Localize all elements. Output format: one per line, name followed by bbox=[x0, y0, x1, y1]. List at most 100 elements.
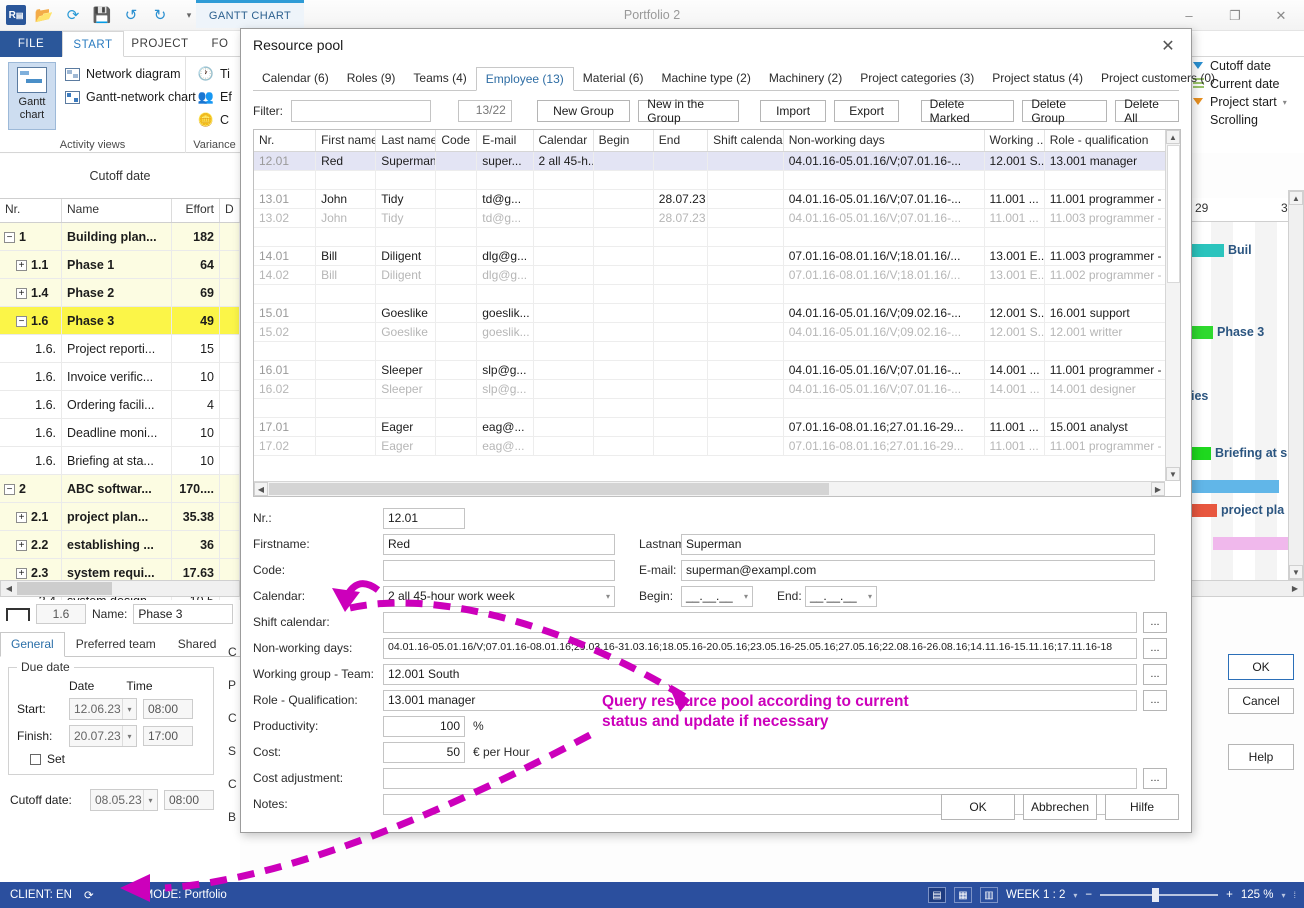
finish-date-picker[interactable]: 20.07.23 ▾ bbox=[69, 725, 137, 747]
employee-col-code[interactable]: Code bbox=[436, 130, 478, 151]
window-controls[interactable]: – ❐ ✕ bbox=[1166, 0, 1304, 31]
table-vscroll-thumb[interactable] bbox=[1167, 145, 1180, 283]
save-icon[interactable]: 💾 bbox=[91, 4, 113, 26]
dialog-tab-project-customers[interactable]: Project customers (0) bbox=[1092, 67, 1224, 90]
cost-adjustment-browse-button[interactable]: ... bbox=[1143, 767, 1167, 789]
ribbon-tab-start[interactable]: START bbox=[62, 31, 124, 57]
close-button[interactable]: ✕ bbox=[1258, 0, 1304, 31]
table-row[interactable] bbox=[254, 285, 1180, 304]
email-field[interactable]: superman@exampl.com bbox=[681, 559, 1155, 581]
detail-name-field[interactable]: Phase 3 bbox=[133, 604, 234, 624]
table-row[interactable]: 1.6. Briefing at sta... 10 bbox=[0, 446, 240, 475]
nonworking-field[interactable]: 04.01.16-05.01.16/V;07.01.16-08.01.16;29… bbox=[383, 637, 1137, 659]
gantt-bar[interactable] bbox=[1189, 244, 1224, 257]
grid-col-d[interactable]: D bbox=[220, 199, 240, 222]
employee-col-first-name[interactable]: First name bbox=[316, 130, 377, 151]
table-row[interactable] bbox=[254, 228, 1180, 247]
gantt-vertical-scrollbar[interactable]: ▲ ▼ bbox=[1288, 190, 1304, 580]
table-row[interactable]: +1.4 Phase 2 69 bbox=[0, 278, 240, 307]
table-row[interactable]: 1.6. Invoice verific... 10 bbox=[0, 362, 240, 391]
filter-input[interactable] bbox=[291, 100, 431, 122]
quick-access-toolbar[interactable]: R ▤ 📂 ⟳ 💾 ↺ ↻ ▾ bbox=[6, 4, 200, 26]
set-checkbox[interactable] bbox=[30, 753, 41, 765]
gantt-chart-area[interactable]: 29 3 Buil Phase 3 ies Briefing at s project … bbox=[1188, 198, 1292, 580]
network-diagram-button[interactable]: Network diagram bbox=[64, 66, 180, 82]
dialog-tab-material[interactable]: Material (6) bbox=[574, 67, 653, 90]
table-vertical-scrollbar[interactable]: ▲ ▼ bbox=[1165, 130, 1180, 481]
dialog-tab-calendar[interactable]: Calendar (6) bbox=[253, 67, 338, 90]
status-sync-icon[interactable]: ⟳ bbox=[84, 888, 94, 902]
gantt-bar[interactable] bbox=[1189, 504, 1217, 517]
detail-cutoff-date-picker[interactable]: 08.05.23 ▾ bbox=[90, 789, 158, 811]
variance-cost-button[interactable]: 🪙 C bbox=[198, 112, 229, 128]
dialog-tab-project-categories[interactable]: Project categories (3) bbox=[851, 67, 983, 90]
lastname-field[interactable]: Superman bbox=[681, 533, 1155, 555]
cost-adjustment-field[interactable] bbox=[383, 767, 1137, 789]
employee-col-shift-calendar[interactable]: Shift calendar bbox=[708, 130, 784, 151]
table-row[interactable]: 12.01 Red Superman super... 2 all 45-h... 04.… bbox=[254, 152, 1180, 171]
delete-group-button[interactable]: Delete Group bbox=[1022, 97, 1108, 125]
table-row[interactable]: 14.01 Bill Diligent dlg@g... 07.01.16-08.01.… bbox=[254, 247, 1180, 266]
refresh-icon[interactable]: ⟳ bbox=[62, 4, 84, 26]
redo-icon[interactable]: ↻ bbox=[149, 4, 171, 26]
open-icon[interactable]: 📂 bbox=[33, 4, 55, 26]
table-row[interactable]: 1.6. Ordering facili... 4 bbox=[0, 390, 240, 419]
new-group-button[interactable]: New Group bbox=[536, 100, 631, 122]
gantt-chart-button[interactable]: Gantt chart bbox=[8, 62, 56, 130]
table-row[interactable]: 13.01 John Tidy td@g... 28.07.23 04.01.16-05.… bbox=[254, 190, 1180, 209]
dialog-help-button[interactable]: Hilfe bbox=[1105, 794, 1179, 820]
context-tab-gantt-chart[interactable]: GANTT CHART bbox=[196, 0, 304, 28]
table-row[interactable]: 14.02 Bill Diligent dlg@g... 07.01.16-08.01.… bbox=[254, 266, 1180, 285]
table-scroll-down-arrow[interactable]: ▼ bbox=[1166, 467, 1180, 481]
table-row[interactable] bbox=[254, 171, 1180, 190]
row-expander-icon[interactable]: + bbox=[16, 259, 27, 271]
productivity-field[interactable]: 100 bbox=[383, 715, 465, 737]
detail-cutoff-time-field[interactable]: 08:00 bbox=[164, 790, 214, 810]
zoom-slider-thumb[interactable] bbox=[1152, 888, 1160, 902]
scroll-left-arrow[interactable]: ◀ bbox=[2, 582, 16, 595]
team-field[interactable]: 12.001 South bbox=[383, 663, 1137, 685]
dialog-tab-roles[interactable]: Roles (9) bbox=[338, 67, 405, 90]
tab-preferred-team[interactable]: Preferred team bbox=[65, 632, 167, 656]
firstname-field[interactable]: Red bbox=[383, 533, 615, 555]
undo-icon[interactable]: ↺ bbox=[120, 4, 142, 26]
table-row[interactable] bbox=[254, 399, 1180, 418]
gantt-scroll-right-arrow[interactable]: ▶ bbox=[1288, 582, 1302, 595]
end-date-select[interactable]: __.__.__ ▾ bbox=[805, 585, 877, 607]
row-expander-icon[interactable]: − bbox=[4, 231, 15, 243]
table-row[interactable]: +1.1 Phase 1 64 bbox=[0, 250, 240, 279]
table-horizontal-scrollbar[interactable]: ◀ ▶ bbox=[254, 481, 1165, 496]
detail-nr-field[interactable]: 1.6 bbox=[36, 604, 86, 624]
project-grid[interactable]: Nr. Name Effort D −1 Building plan... 182 +… bbox=[0, 198, 240, 615]
delete-all-button[interactable]: Delete All bbox=[1115, 97, 1179, 125]
table-row[interactable]: 17.02 Eager eag@... 07.01.16-08.01.16;27.01… bbox=[254, 437, 1180, 456]
minimize-button[interactable]: – bbox=[1166, 0, 1212, 31]
dialog-tab-teams[interactable]: Teams (4) bbox=[404, 67, 475, 90]
nonworking-browse-button[interactable]: ... bbox=[1143, 637, 1167, 659]
shift-calendar-browse-button[interactable]: ... bbox=[1143, 611, 1167, 633]
calendar-select[interactable]: 2 all 45-hour work week ▾ bbox=[383, 585, 615, 607]
resize-grip-icon[interactable]: ⁞ bbox=[1293, 890, 1296, 900]
new-in-the-group-button[interactable]: New in the Group bbox=[638, 97, 740, 125]
table-scroll-up-arrow[interactable]: ▲ bbox=[1166, 130, 1180, 144]
grid-col-nr[interactable]: Nr. bbox=[0, 199, 62, 222]
table-row[interactable]: −1 Building plan... 182 bbox=[0, 222, 240, 251]
side-help-button[interactable]: Help bbox=[1228, 744, 1294, 770]
row-expander-icon[interactable]: + bbox=[16, 287, 27, 299]
delete-marked-button[interactable]: Delete Marked bbox=[920, 97, 1015, 125]
maximize-button[interactable]: ❐ bbox=[1212, 0, 1258, 31]
cutoff-date-chevron-down-icon[interactable]: ▾ bbox=[143, 790, 157, 810]
finish-time-field[interactable]: 17:00 bbox=[143, 726, 193, 746]
zoom-chevron-down-icon[interactable]: ▾ bbox=[1281, 891, 1285, 900]
project-start-button[interactable]: Project start ▾ bbox=[1187, 93, 1304, 111]
table-scroll-left-arrow[interactable]: ◀ bbox=[254, 482, 268, 496]
split-view-icon[interactable]: ▤ bbox=[927, 887, 946, 903]
row-expander-icon[interactable]: + bbox=[16, 539, 27, 551]
finish-date-chevron-down-icon[interactable]: ▾ bbox=[122, 726, 136, 746]
table-row[interactable]: 1.6. Deadline moni... 10 bbox=[0, 418, 240, 447]
dialog-cancel-button[interactable]: Abbrechen bbox=[1023, 794, 1097, 820]
end-chevron-down-icon[interactable]: ▾ bbox=[862, 592, 872, 601]
dialog-tab-machine-type[interactable]: Machine type (2) bbox=[652, 67, 759, 90]
project-grid-body[interactable]: −1 Building plan... 182 +1.1 Phase 1 64 +1.4 Ph… bbox=[0, 222, 240, 615]
side-cancel-button[interactable]: Cancel bbox=[1228, 688, 1294, 714]
